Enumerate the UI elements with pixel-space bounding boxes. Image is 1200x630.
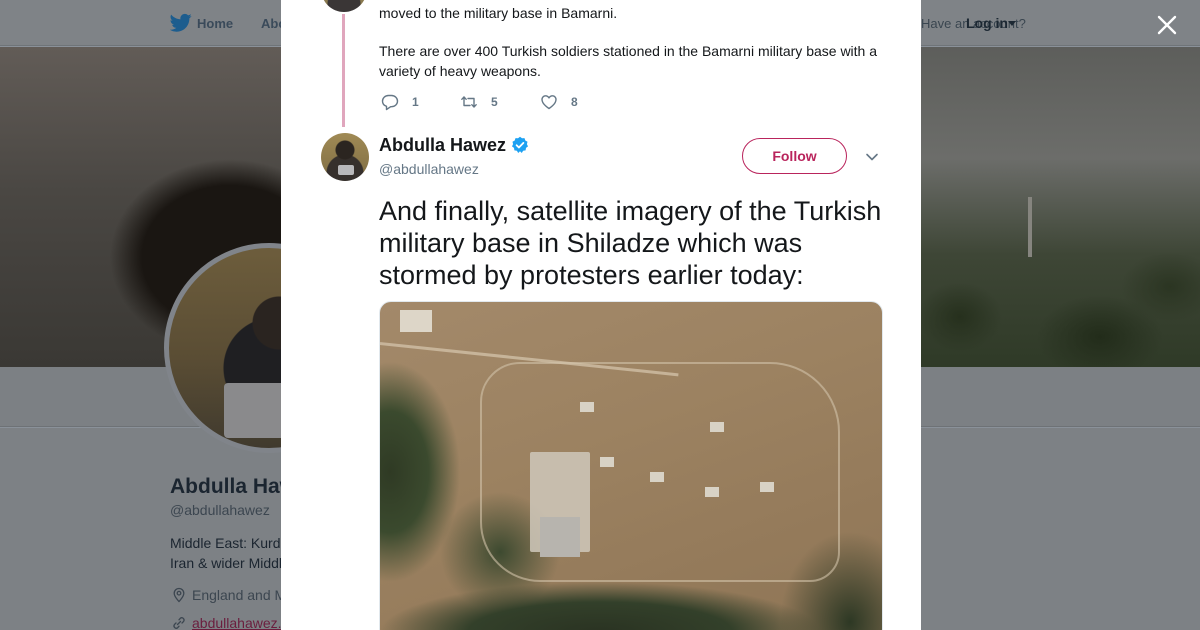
image-building [650,472,664,482]
previous-tweet-avatar[interactable] [321,0,367,12]
reply-icon [381,94,399,111]
chevron-down-icon[interactable] [865,150,879,164]
banner-street-scene [920,47,1200,367]
profile-website-link[interactable]: abdullahawez.com [192,615,282,630]
link-icon [173,617,185,629]
twitter-bird-icon[interactable] [170,13,192,33]
retweet-icon [461,96,477,108]
follow-button[interactable]: Follow [742,138,847,174]
image-building [710,422,724,432]
retweet-button[interactable]: 5 [460,92,498,112]
nav-about-link[interactable]: About [261,16,281,31]
previous-tweet-text-line-1: moved to the military base in Bamarni. [379,5,618,21]
avatar-laptop [338,165,354,175]
like-count: 8 [571,95,578,109]
close-icon[interactable] [1152,10,1182,40]
profile-name: Abdulla Hawez [170,475,282,498]
image-building [600,457,614,467]
location-icon [173,587,185,603]
login-link[interactable]: Log in [966,15,1008,31]
author-handle[interactable]: @abdullahawez [379,161,479,177]
satellite-image[interactable] [379,301,883,630]
image-compound-annex [540,517,580,557]
reply-count: 1 [412,95,419,109]
author-avatar[interactable] [321,133,369,181]
tweet-text: And finally, satellite imagery of the Tu… [379,196,882,290]
nav-home-link[interactable]: Home [197,16,233,31]
banner-pole [1028,197,1032,257]
caret-down-icon[interactable] [1008,21,1016,26]
verified-icon [512,136,528,153]
author-name[interactable]: Abdulla Hawez [379,135,506,156]
thread-connector-line [342,14,345,127]
reply-button[interactable]: 1 [381,92,419,112]
image-building [705,487,719,497]
previous-tweet-text-line-2: There are over 400 Turkish soldiers stat… [379,43,878,79]
image-building [580,402,594,412]
banner-trees [920,227,1200,367]
retweet-count: 5 [491,95,498,109]
profile-bio-line-2: Iran & wider Middle East [170,555,282,571]
like-icon [541,95,557,110]
profile-handle: @abdullahawez [170,502,270,518]
image-building [400,310,432,332]
image-building [760,482,774,492]
profile-location: England and Middle East [192,587,282,603]
like-button[interactable]: 8 [540,92,578,112]
profile-bio-line-1: Middle East: Kurdistan, Iraq, Turkey, Sy… [170,535,282,551]
tweet-modal: moved to the military base in Bamarni. T… [281,0,921,630]
